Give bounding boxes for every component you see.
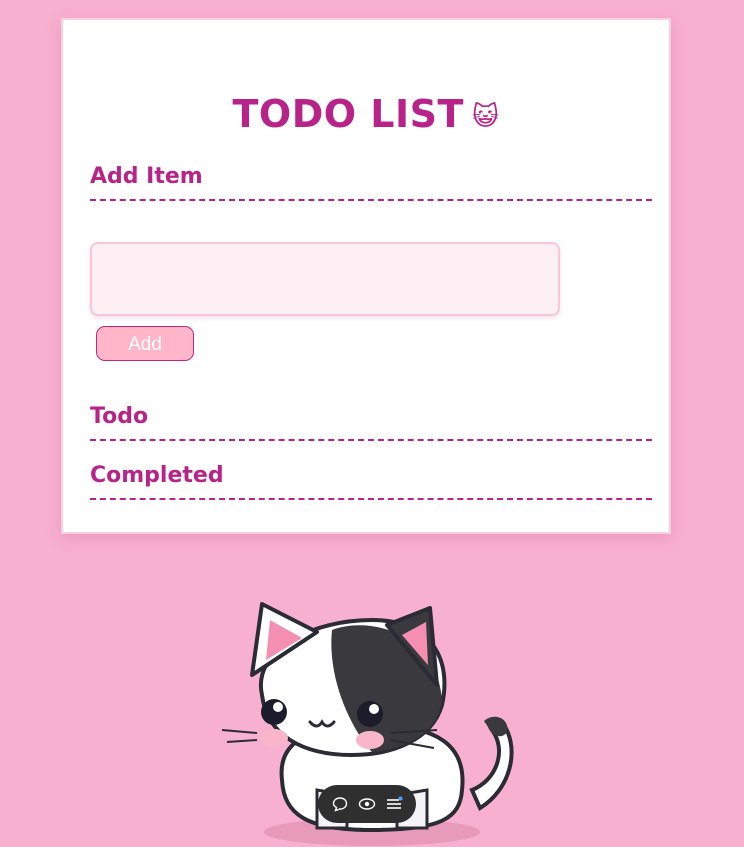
todo-heading: Todo <box>90 404 652 441</box>
add-button[interactable]: Add <box>96 326 194 361</box>
add-item-label: Add Item <box>90 164 203 189</box>
eye-icon[interactable] <box>357 794 377 814</box>
floating-toolbar <box>318 785 416 823</box>
cat-face-icon: 😺 <box>471 101 500 132</box>
todo-label: Todo <box>90 404 149 429</box>
new-item-input[interactable] <box>90 242 560 316</box>
chat-icon[interactable] <box>330 794 350 814</box>
add-item-heading: Add Item <box>90 164 652 201</box>
completed-label: Completed <box>90 463 224 488</box>
page-title: TODO LIST 😺 <box>63 92 669 136</box>
title-text: TODO LIST <box>232 92 464 136</box>
todo-card: TODO LIST 😺 Add Item Add Todo Completed <box>61 18 671 534</box>
completed-heading: Completed <box>90 463 652 500</box>
menu-icon[interactable] <box>384 794 404 814</box>
